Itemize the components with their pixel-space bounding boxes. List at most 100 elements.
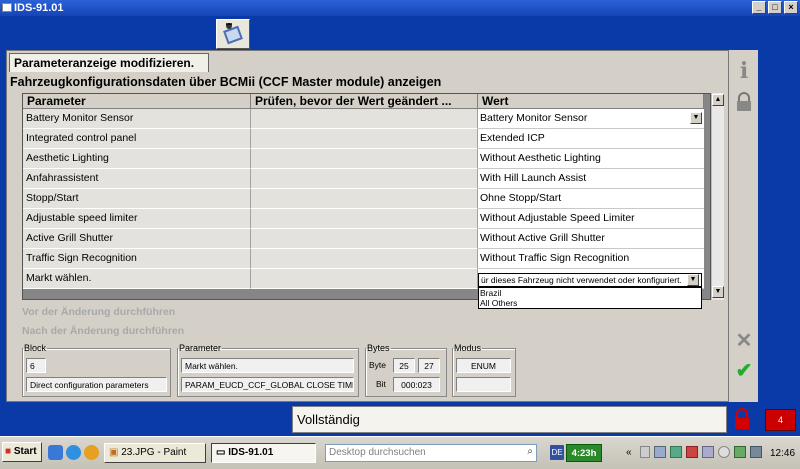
block-number: 6 <box>26 358 46 373</box>
scroll-down-icon[interactable]: ▼ <box>712 286 724 298</box>
row-check <box>251 109 478 129</box>
windows-logo-icon: ■ <box>5 446 12 457</box>
table-scrollbar[interactable]: ▲ ▼ <box>711 93 724 300</box>
tray-flag-icon[interactable] <box>686 446 698 458</box>
row-check <box>251 169 478 189</box>
table-row[interactable]: Integrated control panel Extended ICP <box>23 129 704 149</box>
byte-from: 25 <box>393 358 415 373</box>
app-icon <box>2 3 12 12</box>
modus-value: ENUM <box>456 358 511 373</box>
modus-legend: Modus <box>454 343 482 353</box>
tray-volume-icon[interactable] <box>750 446 762 458</box>
system-tray: « 12:46 <box>622 444 800 464</box>
modus-extra <box>456 377 511 392</box>
scroll-up-icon[interactable]: ▲ <box>712 94 724 106</box>
tab-parameteranzeige[interactable]: Parameteranzeige modifizieren. <box>9 53 209 72</box>
col-header-parameter[interactable]: Parameter <box>23 94 251 109</box>
market-dropdown-list[interactable]: Brazil All Others <box>478 287 702 309</box>
page-subtitle: Fahrzeugkonfigurationsdaten über BCMii (… <box>10 75 442 89</box>
taskbar-button-paint[interactable]: ▣ 23.JPG - Paint <box>104 443 206 463</box>
desktop-icon[interactable] <box>48 445 63 460</box>
row-check <box>251 269 478 289</box>
parameter-legend: Parameter <box>179 343 222 353</box>
row-value-text: Battery Monitor Sensor <box>480 112 588 124</box>
media-icon[interactable] <box>84 445 99 460</box>
table-row[interactable]: Aesthetic Lighting Without Aesthetic Lig… <box>23 149 704 169</box>
row-check <box>251 249 478 269</box>
table-row[interactable]: Battery Monitor Sensor Battery Monitor S… <box>23 109 704 129</box>
row-value[interactable]: Ohne Stopp/Start <box>478 189 704 209</box>
row-param: Anfahrassistent <box>23 169 251 189</box>
table-row[interactable]: Adjustable speed limiter Without Adjusta… <box>23 209 704 229</box>
language-icon[interactable]: DE <box>550 445 564 460</box>
search-icon[interactable]: ⌕ <box>527 446 533 457</box>
start-label: Start <box>13 446 37 457</box>
search-placeholder: Desktop durchsuchen <box>329 447 426 458</box>
bit-value: 000:023 <box>393 377 440 392</box>
taskbar-button-label: IDS-91.01 <box>228 447 274 458</box>
window-titlebar: IDS-91.01 _ □ × <box>0 0 800 16</box>
start-button[interactable]: ■ Start <box>2 442 42 462</box>
ids-icon: ▭ <box>216 447 226 458</box>
tray-clock-icon[interactable] <box>718 446 730 458</box>
row-value[interactable]: Without Traffic Sign Recognition <box>478 249 704 269</box>
desktop-search-input[interactable]: Desktop durchsuchen ⌕ <box>325 444 537 462</box>
block-legend: Block <box>24 343 47 353</box>
bytes-legend: Bytes <box>367 343 390 353</box>
before-change-label: Vor der Änderung durchführen <box>22 306 176 318</box>
minimize-button[interactable]: _ <box>752 1 766 14</box>
row-param: Traffic Sign Recognition <box>23 249 251 269</box>
parameter-code: PARAM_EUCD_CCF_GLOBAL CLOSE TIME <box>181 377 354 392</box>
table-row[interactable]: Active Grill Shutter Without Active Gril… <box>23 229 704 249</box>
row-value[interactable]: Without Aesthetic Lighting <box>478 149 704 169</box>
vehicle-config-icon[interactable] <box>216 19 250 49</box>
tray-app-icon[interactable] <box>640 446 650 458</box>
row-value[interactable]: With Hill Launch Assist <box>478 169 704 189</box>
info-icon[interactable]: i <box>733 60 755 82</box>
table-row[interactable]: Traffic Sign Recognition Without Traffic… <box>23 249 704 269</box>
battery-timer[interactable]: 4:23h <box>566 444 602 462</box>
col-header-value[interactable]: Wert <box>478 94 704 109</box>
checkmark-icon[interactable]: ✔ <box>733 360 755 382</box>
row-check <box>251 129 478 149</box>
bit-label: Bit <box>376 379 386 389</box>
maximize-button[interactable]: □ <box>768 1 782 14</box>
row-check <box>251 189 478 209</box>
taskbar-button-ids[interactable]: ▭ IDS-91.01 <box>211 443 316 463</box>
clock[interactable]: 12:46 <box>770 448 795 459</box>
chevron-down-icon[interactable]: ▼ <box>687 274 699 286</box>
close-button[interactable]: × <box>784 1 798 14</box>
row-check <box>251 229 478 249</box>
row-value[interactable]: Without Adjustable Speed Limiter <box>478 209 704 229</box>
tray-security-icon[interactable] <box>670 446 682 458</box>
parameter-name: Markt wählen. <box>181 358 354 373</box>
row-param: Stopp/Start <box>23 189 251 209</box>
table-row[interactable]: Stopp/Start Ohne Stopp/Start <box>23 189 704 209</box>
row-check <box>251 209 478 229</box>
row-param: Active Grill Shutter <box>23 229 251 249</box>
row-value[interactable]: Without Active Grill Shutter <box>478 229 704 249</box>
browser-icon[interactable] <box>66 445 81 460</box>
col-header-check[interactable]: Prüfen, bevor der Wert geändert ... <box>251 94 478 109</box>
table-row[interactable]: Anfahrassistent With Hill Launch Assist <box>23 169 704 189</box>
row-value[interactable]: Battery Monitor Sensor ▼ <box>478 109 704 129</box>
dropdown-option[interactable]: All Others <box>480 298 701 308</box>
tray-battery-icon[interactable] <box>734 446 746 458</box>
lock-icon[interactable] <box>733 92 755 114</box>
row-param: Aesthetic Lighting <box>23 149 251 169</box>
alert-badge[interactable]: 4 <box>765 409 796 431</box>
row-value[interactable]: Extended ICP <box>478 129 704 149</box>
row-param: Integrated control panel <box>23 129 251 149</box>
tray-network-icon[interactable] <box>654 446 666 458</box>
chevron-down-icon[interactable]: ▼ <box>690 112 702 124</box>
taskbar-button-label: 23.JPG - Paint <box>121 447 187 458</box>
cancel-x-icon[interactable]: ✕ <box>733 330 755 352</box>
dropdown-option[interactable]: Brazil <box>480 288 701 298</box>
tray-expand-icon[interactable]: « <box>626 447 632 458</box>
red-lock-icon[interactable] <box>731 407 753 432</box>
after-change-label: Nach der Änderung durchführen <box>22 325 185 337</box>
market-select-value: ür dieses Fahrzeug nicht verwendet oder … <box>481 275 682 285</box>
tray-monitor-icon[interactable] <box>702 446 714 458</box>
status-text: Vollständig <box>292 406 727 433</box>
market-select[interactable]: ür dieses Fahrzeug nicht verwendet oder … <box>478 273 702 287</box>
